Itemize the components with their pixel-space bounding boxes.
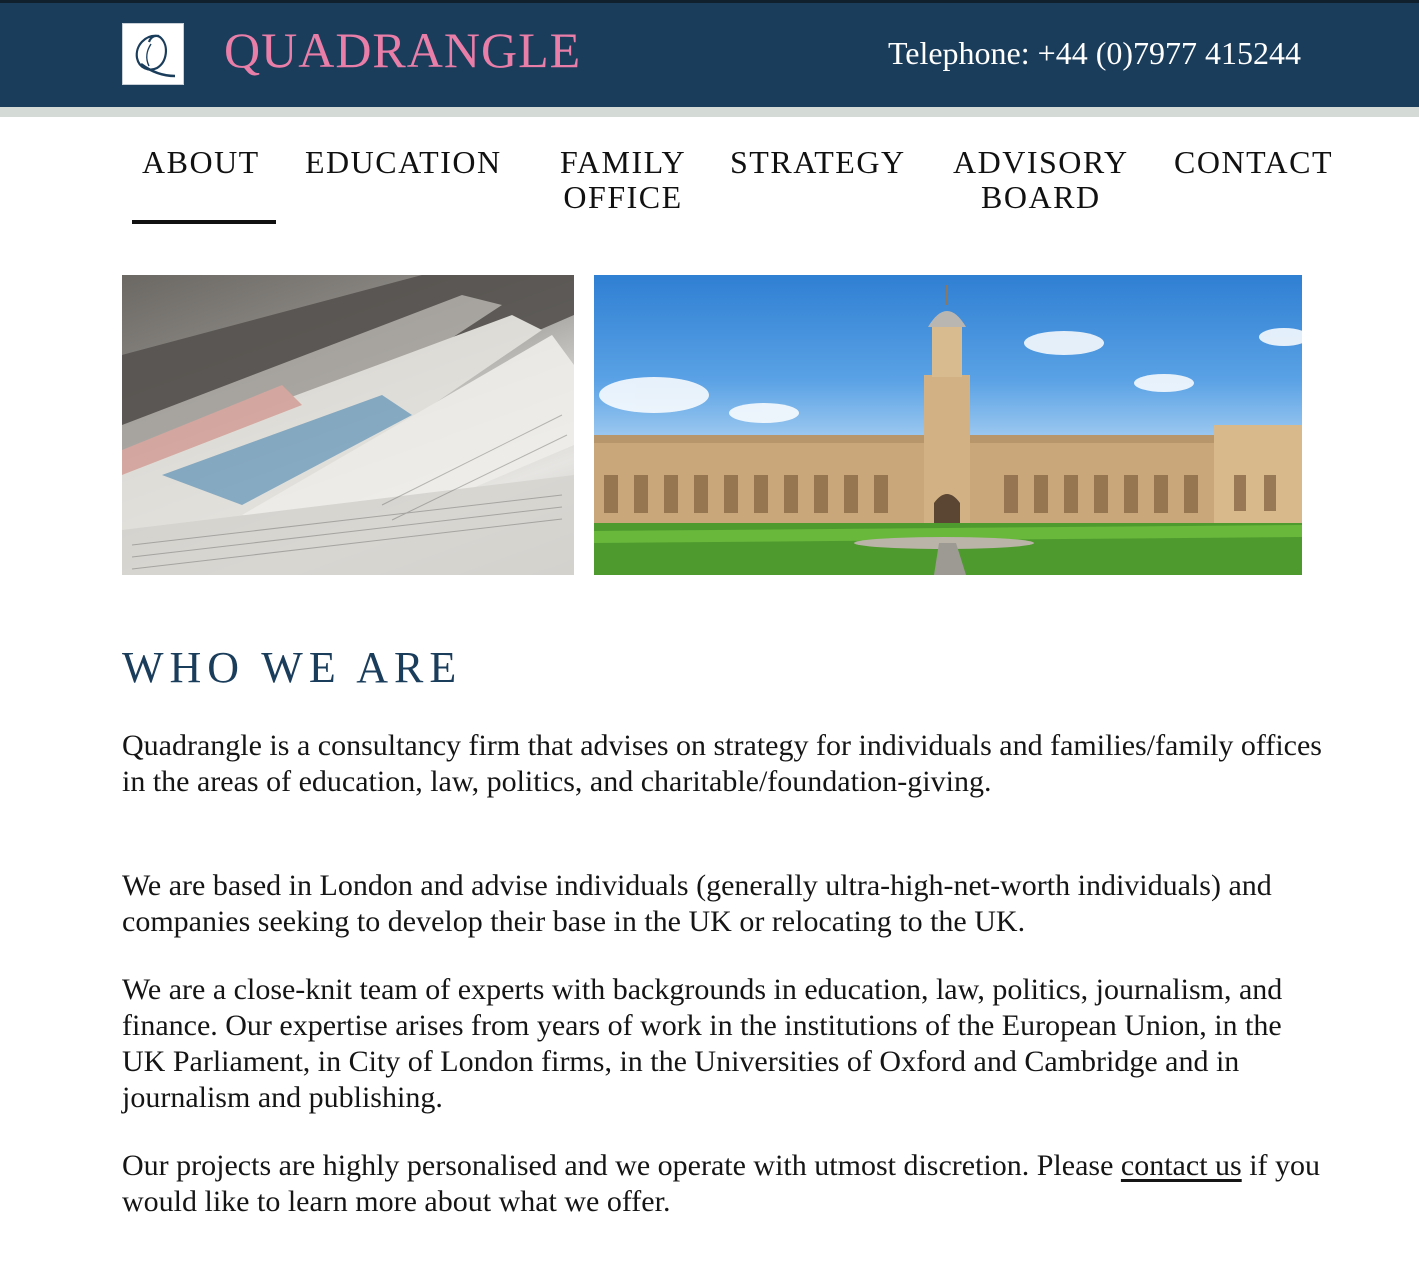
nav-item-about[interactable]: ABOUT — [142, 145, 260, 180]
page-title: WHO WE ARE — [122, 643, 463, 692]
brand-name[interactable]: QUADRANGLE — [224, 25, 581, 75]
active-nav-indicator — [132, 220, 276, 224]
telephone-number: Telephone: +44 (0)7977 415244 — [887, 35, 1301, 71]
contact-paragraph: Our projects are highly personalised and… — [122, 1148, 1322, 1220]
contact-text-before: Our projects are highly personalised and… — [122, 1149, 1121, 1182]
college-quadrangle-image — [594, 275, 1302, 575]
newspapers-image — [122, 275, 574, 575]
nav-item-family-office[interactable]: FAMILY OFFICE — [560, 145, 686, 215]
main-nav: ABOUT EDUCATION FAMILY OFFICE STRATEGY A… — [0, 117, 1419, 237]
site-header: QUADRANGLE Telephone: +44 (0)7977 415244 — [0, 3, 1419, 107]
nav-item-strategy[interactable]: STRATEGY — [730, 145, 906, 180]
header-divider — [0, 107, 1419, 117]
nav-item-advisory-board[interactable]: ADVISORY BOARD — [953, 145, 1129, 215]
intro-paragraph: Quadrangle is a consultancy firm that ad… — [122, 729, 1322, 798]
nav-item-education[interactable]: EDUCATION — [305, 145, 502, 180]
team-paragraph: We are a close-knit team of experts with… — [122, 973, 1283, 1114]
location-paragraph: We are based in London and advise indivi… — [122, 869, 1272, 938]
contact-us-link[interactable]: contact us — [1121, 1149, 1242, 1182]
quadrangle-q-monogram-icon — [135, 34, 176, 78]
nav-item-contact[interactable]: CONTACT — [1174, 145, 1333, 180]
logo[interactable] — [122, 23, 184, 85]
